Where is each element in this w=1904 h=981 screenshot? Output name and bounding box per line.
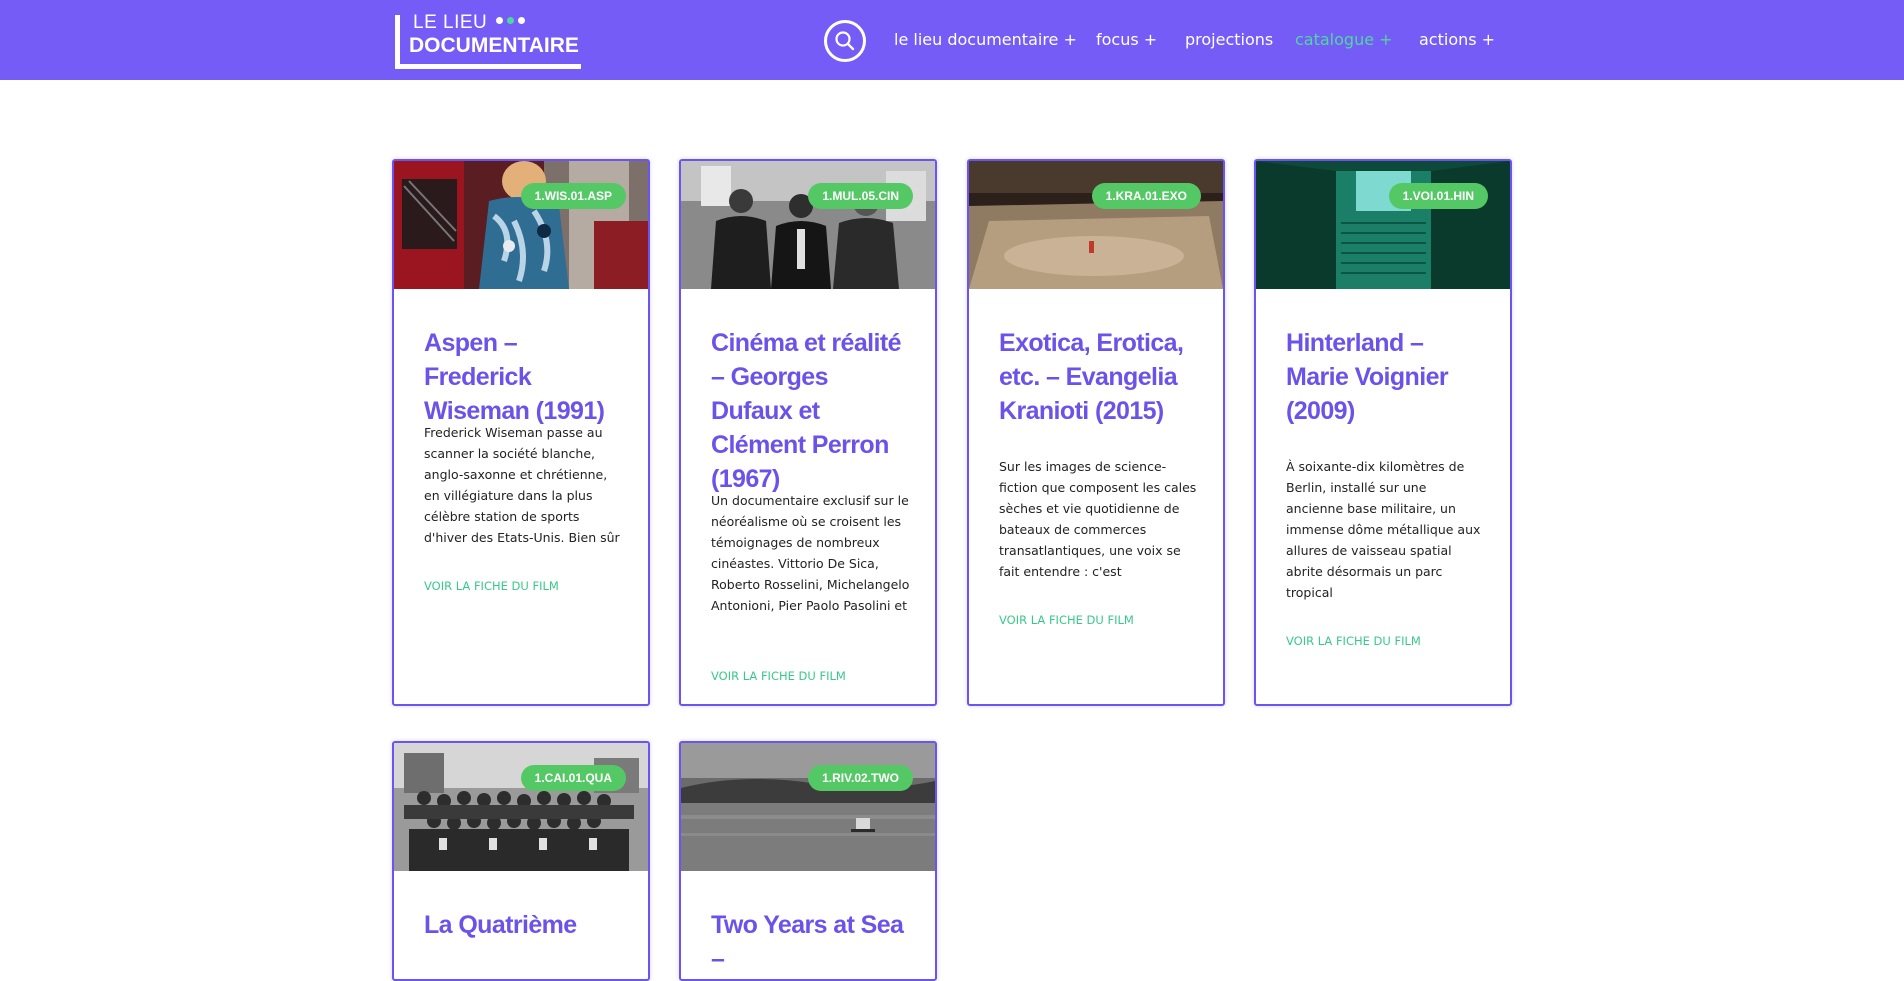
catalog-code-badge: 1.KRA.01.EXO bbox=[1091, 183, 1201, 209]
film-description: Sur les images de science-fiction que co… bbox=[999, 459, 1197, 579]
search-button[interactable] bbox=[824, 20, 866, 62]
film-details-link[interactable]: VOIR LA FICHE DU FILM bbox=[424, 579, 559, 593]
film-details-link[interactable]: VOIR LA FICHE DU FILM bbox=[1286, 634, 1421, 648]
film-thumbnail[interactable]: 1.CAI.01.QUA bbox=[394, 743, 648, 871]
film-details-link[interactable]: VOIR LA FICHE DU FILM bbox=[999, 613, 1134, 627]
site-header: LE LIEU DOCUMENTAIRE le lieu documentair… bbox=[0, 0, 1904, 80]
film-thumbnail[interactable]: 1.RIV.02.TWO bbox=[681, 743, 935, 871]
film-description: À soixante-dix kilomètres de Berlin, ins… bbox=[1286, 459, 1481, 600]
film-details-link[interactable]: VOIR LA FICHE DU FILM bbox=[711, 669, 846, 683]
film-card[interactable]: 1.WIS.01.ASP Aspen – Frederick Wiseman (… bbox=[392, 159, 650, 706]
catalog-code-badge: 1.MUL.05.CIN bbox=[808, 183, 913, 209]
film-title[interactable]: Two Years at Sea – bbox=[711, 908, 911, 976]
nav-focus[interactable]: focus + bbox=[1096, 30, 1157, 49]
film-thumbnail[interactable]: 1.KRA.01.EXO bbox=[969, 161, 1223, 289]
film-title[interactable]: Hinterland – Marie Voignier (2009) bbox=[1286, 326, 1486, 428]
logo-line1: LE LIEU bbox=[413, 12, 488, 33]
film-card[interactable]: 1.VOI.01.HIN Hinterland – Marie Voignier… bbox=[1254, 159, 1512, 706]
film-card[interactable]: 1.MUL.05.CIN Cinéma et réalité – Georges… bbox=[679, 159, 937, 706]
search-icon bbox=[835, 31, 855, 51]
site-logo[interactable]: LE LIEU DOCUMENTAIRE bbox=[395, 12, 581, 69]
catalog-code-badge: 1.VOI.01.HIN bbox=[1388, 183, 1488, 209]
film-thumbnail[interactable]: 1.WIS.01.ASP bbox=[394, 161, 648, 289]
logo-line2: DOCUMENTAIRE bbox=[409, 34, 579, 57]
film-title[interactable]: La Quatrième bbox=[424, 908, 624, 942]
catalog-code-badge: 1.WIS.01.ASP bbox=[520, 183, 626, 209]
film-card[interactable]: 1.KRA.01.EXO Exotica, Erotica, etc. – Ev… bbox=[967, 159, 1225, 706]
film-title[interactable]: Aspen – Frederick Wiseman (1991) bbox=[424, 326, 624, 428]
catalog-code-badge: 1.CAI.01.QUA bbox=[520, 765, 626, 791]
nav-le-lieu-documentaire[interactable]: le lieu documentaire + bbox=[894, 30, 1077, 49]
film-title[interactable]: Exotica, Erotica, etc. – Evangelia Krani… bbox=[999, 326, 1199, 428]
film-card[interactable]: 1.RIV.02.TWO Two Years at Sea – bbox=[679, 741, 937, 981]
film-thumbnail[interactable]: 1.VOI.01.HIN bbox=[1256, 161, 1510, 289]
film-title[interactable]: Cinéma et réalité – Georges Dufaux et Cl… bbox=[711, 326, 911, 496]
catalog-code-badge: 1.RIV.02.TWO bbox=[808, 765, 913, 791]
nav-actions[interactable]: actions + bbox=[1419, 30, 1495, 49]
film-thumbnail[interactable]: 1.MUL.05.CIN bbox=[681, 161, 935, 289]
film-description: Un documentaire exclusif sur le néoréali… bbox=[711, 493, 910, 613]
film-description: Frederick Wiseman passe au scanner la so… bbox=[424, 425, 620, 545]
nav-projections[interactable]: projections bbox=[1185, 30, 1273, 49]
film-card[interactable]: 1.CAI.01.QUA La Quatrième bbox=[392, 741, 650, 981]
nav-catalogue[interactable]: catalogue + bbox=[1295, 30, 1393, 49]
